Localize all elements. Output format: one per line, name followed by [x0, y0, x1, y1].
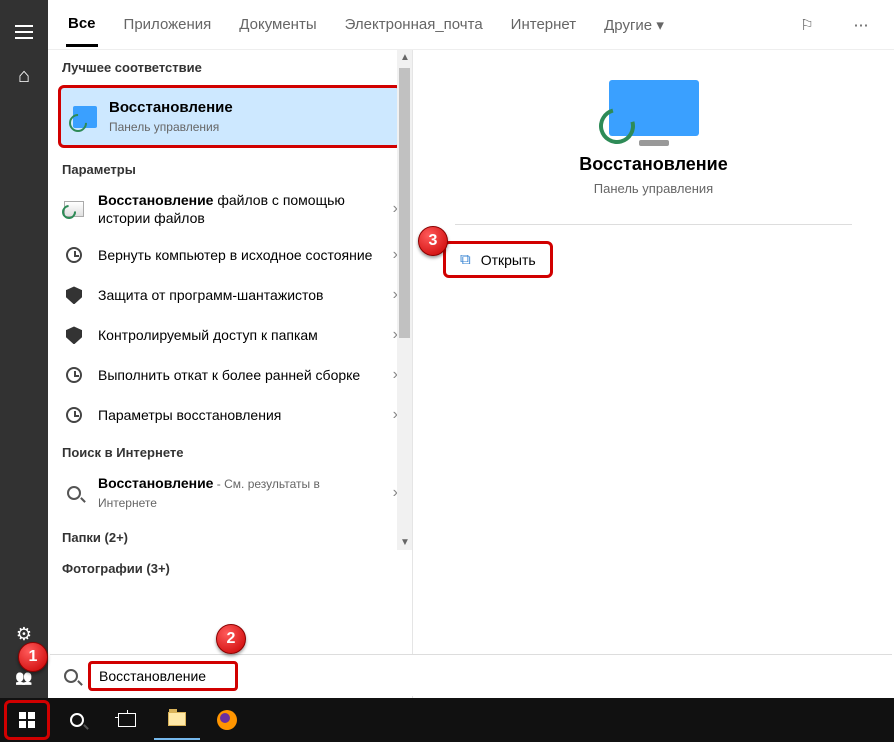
section-best-match: Лучшее соответствие: [48, 50, 412, 81]
annotation-badge-2: 2: [216, 624, 246, 654]
tab-all[interactable]: Все: [66, 3, 98, 47]
search-icon: [70, 713, 84, 727]
web-search-item[interactable]: Восстановление - См. результаты в Интерн…: [48, 466, 412, 519]
search-filter-tabs: Все Приложения Документы Электронная_поч…: [48, 0, 894, 50]
shield-icon: [66, 326, 82, 344]
results-scrollbar[interactable]: ▲ ▼: [397, 50, 412, 550]
tab-other[interactable]: Другие ▾: [602, 4, 666, 46]
tab-apps[interactable]: Приложения: [122, 4, 214, 45]
reset-icon: [66, 247, 82, 263]
home-button[interactable]: [0, 54, 48, 98]
search-icon: [67, 486, 81, 500]
open-label: Открыть: [481, 252, 536, 268]
section-folders: Папки (2+): [48, 520, 412, 551]
detail-title: Восстановление: [579, 154, 727, 175]
open-icon: ⧉: [460, 251, 471, 268]
firefox-button[interactable]: [204, 700, 250, 740]
windows-icon: [19, 712, 35, 728]
section-settings: Параметры: [48, 152, 412, 183]
task-view-button[interactable]: [104, 700, 150, 740]
folder-icon: [168, 712, 186, 726]
more-options-icon[interactable]: ⋯: [846, 16, 876, 34]
scroll-down-icon[interactable]: ▼: [400, 537, 410, 548]
settings-item-5[interactable]: Параметры восстановления ›: [48, 395, 412, 435]
chevron-down-icon: ▾: [656, 17, 664, 34]
feedback-icon[interactable]: ⚐: [792, 16, 822, 34]
detail-subtitle: Панель управления: [594, 181, 713, 196]
hamburger-icon: [15, 31, 33, 33]
recovery-large-icon: [609, 80, 699, 136]
settings-item-0[interactable]: Восстановление файлов с помощью истории …: [48, 183, 412, 235]
tab-internet[interactable]: Интернет: [509, 4, 578, 45]
start-button[interactable]: [4, 700, 50, 740]
separator: [455, 224, 852, 225]
file-explorer-button[interactable]: [154, 700, 200, 740]
firefox-icon: [217, 710, 237, 730]
search-input-row: [50, 654, 892, 696]
search-panel: Все Приложения Документы Электронная_поч…: [48, 0, 894, 700]
taskbar: [0, 698, 894, 742]
open-button[interactable]: ⧉ Открыть: [443, 241, 553, 278]
settings-item-4[interactable]: Выполнить откат к более ранней сборке ›: [48, 355, 412, 395]
results-column: Лучшее соответствие Восстановление Панел…: [48, 50, 413, 700]
section-web-search: Поиск в Интернете: [48, 435, 412, 466]
home-icon: [18, 65, 30, 88]
start-menu-left-rail: [0, 0, 48, 700]
tab-email[interactable]: Электронная_почта: [343, 4, 485, 45]
annotation-badge-1: 1: [18, 642, 48, 672]
recovery-icon: [73, 106, 97, 128]
taskbar-search-button[interactable]: [54, 700, 100, 740]
search-icon: [64, 669, 78, 683]
tab-documents[interactable]: Документы: [237, 4, 318, 45]
scroll-up-icon[interactable]: ▲: [400, 52, 410, 63]
best-match-item[interactable]: Восстановление Панель управления: [58, 85, 402, 148]
best-match-subtitle: Панель управления: [109, 120, 387, 136]
task-view-icon: [118, 713, 136, 727]
shield-icon: [66, 286, 82, 304]
detail-pane: Восстановление Панель управления ⧉ Откры…: [413, 50, 894, 700]
menu-button[interactable]: [0, 10, 48, 54]
search-input[interactable]: [88, 661, 238, 691]
section-photos: Фотографии (3+): [48, 551, 412, 582]
settings-item-2[interactable]: Защита от программ-шантажистов ›: [48, 275, 412, 315]
settings-item-1[interactable]: Вернуть компьютер в исходное состояние ›: [48, 235, 412, 275]
annotation-badge-3: 3: [418, 226, 448, 256]
best-match-title: Восстановление: [109, 98, 387, 118]
settings-item-3[interactable]: Контролируемый доступ к папкам ›: [48, 315, 412, 355]
recovery-settings-icon: [66, 407, 82, 423]
rollback-icon: [66, 367, 82, 383]
file-history-icon: [64, 201, 84, 217]
